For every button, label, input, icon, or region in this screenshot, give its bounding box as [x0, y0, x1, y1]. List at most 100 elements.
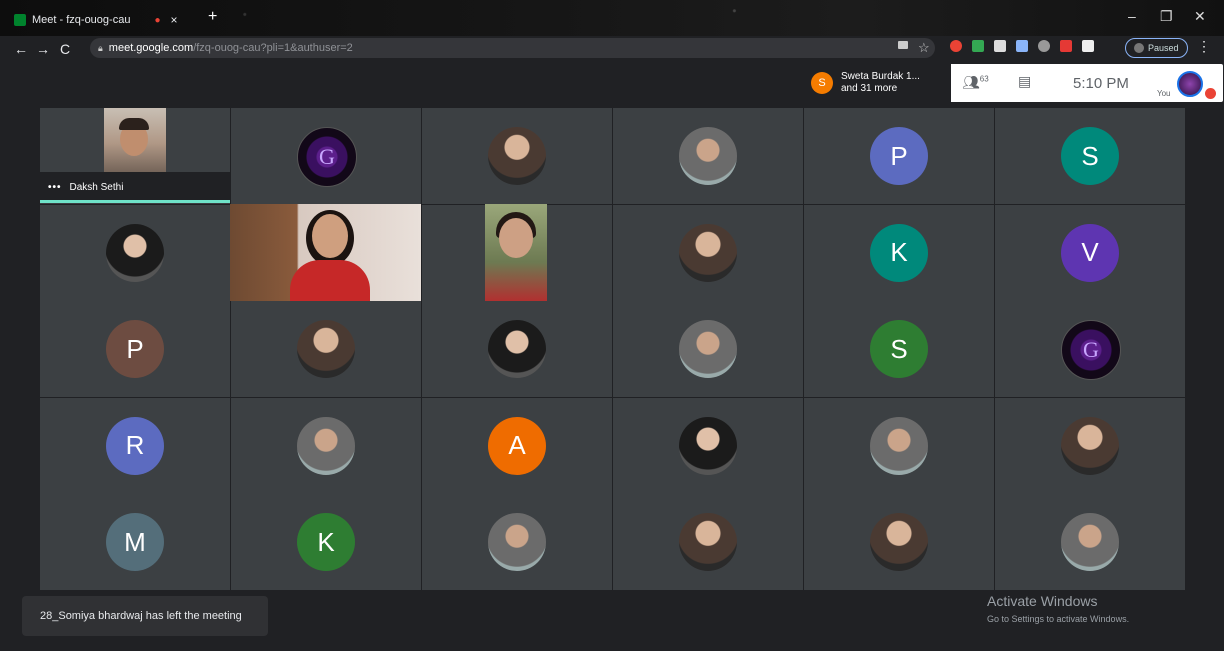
face	[312, 214, 348, 258]
you-label: You	[1157, 89, 1171, 98]
extension-white-icon[interactable]	[994, 40, 1006, 52]
extension-green-icon[interactable]	[972, 40, 984, 52]
participant-initial-avatar: M	[106, 513, 164, 571]
video-feed-participant-2[interactable]	[485, 204, 547, 301]
participant-photo-avatar	[488, 127, 546, 185]
browser-tab[interactable]: Meet - fzq-ouog-cau ● ×	[14, 7, 204, 33]
meet-favicon-icon	[14, 14, 26, 26]
new-tab-button[interactable]: +	[208, 8, 217, 26]
participant-tile[interactable]	[231, 397, 421, 494]
participant-photo-avatar	[679, 223, 737, 282]
participant-tile[interactable]	[995, 301, 1185, 397]
left-meeting-toast: 28_Somiya bhardwaj has left the meeting	[22, 596, 268, 636]
people-button[interactable]: 👥︎63	[962, 74, 989, 91]
profile-avatar-icon	[1134, 43, 1144, 53]
participant-photo-avatar	[297, 416, 355, 475]
reload-button[interactable]: C	[54, 41, 76, 57]
minimize-button[interactable]: –	[1128, 8, 1136, 24]
speaker-name-bar: ••• Daksh Sethi	[40, 172, 230, 202]
participant-tile[interactable]: P	[40, 301, 230, 397]
participant-tile[interactable]: R	[40, 397, 230, 494]
participant-tile[interactable]: M	[40, 494, 230, 590]
participant-initial-avatar: K	[870, 223, 928, 282]
lock-icon: 🔒︎	[98, 42, 103, 53]
mic-off-icon	[1205, 88, 1216, 99]
participant-photo-avatar	[488, 513, 546, 571]
participant-tile[interactable]: V	[995, 204, 1185, 301]
speaker-name: Daksh Sethi	[69, 181, 124, 193]
address-bar[interactable]: 🔒︎ meet.google.com /fzq-ouog-cau?pli=1&a…	[90, 38, 935, 58]
participant-tile[interactable]	[613, 301, 803, 397]
participant-photo-avatar	[679, 320, 737, 378]
participant-initial-avatar: V	[1061, 223, 1119, 282]
people-icon: 👥︎	[962, 74, 980, 90]
camera-in-use-icon[interactable]	[898, 41, 908, 49]
extensions-area	[950, 40, 1094, 52]
extension-v-icon[interactable]	[1016, 40, 1028, 52]
back-button[interactable]: ←	[10, 41, 32, 57]
participant-tile[interactable]	[613, 494, 803, 590]
more-options-icon[interactable]: •••	[48, 182, 62, 193]
hair	[119, 118, 149, 130]
participant-tile[interactable]	[804, 494, 994, 590]
participant-tile[interactable]	[422, 494, 612, 590]
participant-logo-avatar	[297, 127, 357, 187]
participant-tile[interactable]	[422, 301, 612, 397]
participant-tile[interactable]	[613, 204, 803, 301]
participant-initial-avatar: P	[870, 127, 928, 185]
extensions-puzzle-icon[interactable]	[1082, 40, 1094, 52]
profile-status: Paused	[1148, 43, 1179, 53]
participant-photo-avatar	[870, 416, 928, 475]
participant-initial-avatar: P	[106, 320, 164, 378]
participant-photo-avatar	[1061, 416, 1119, 475]
meet-controls: 👥︎63 ▤ 5:10 PM You	[805, 64, 1223, 102]
participant-tile[interactable]: A	[422, 397, 612, 494]
participant-photo-avatar	[488, 320, 546, 378]
participant-tile[interactable]: P	[804, 108, 994, 204]
participant-tile[interactable]	[231, 108, 421, 204]
bookmark-star-icon[interactable]: ☆	[918, 40, 930, 56]
body	[290, 260, 370, 301]
participant-photo-avatar	[297, 320, 355, 378]
participant-tile[interactable]	[804, 397, 994, 494]
browser-menu-icon[interactable]: ⋮	[1197, 38, 1211, 55]
participant-photo-avatar	[679, 416, 737, 475]
active-speaker-indicator	[40, 200, 230, 203]
activate-windows-subtitle: Go to Settings to activate Windows.	[987, 614, 1130, 624]
restore-button[interactable]: ❐	[1160, 8, 1173, 25]
self-avatar[interactable]	[1177, 71, 1203, 97]
participant-photo-avatar	[679, 513, 737, 571]
extension-red-icon[interactable]	[950, 40, 962, 52]
window-close-button[interactable]: ✕	[1194, 8, 1206, 25]
participant-tile[interactable]	[613, 397, 803, 494]
participant-tile[interactable]: K	[231, 494, 421, 590]
tab-close-icon[interactable]: ×	[170, 13, 177, 27]
participant-tile[interactable]: S	[995, 108, 1185, 204]
url-path: /fzq-ouog-cau?pli=1&authuser=2	[193, 42, 353, 54]
participant-tile[interactable]	[231, 301, 421, 397]
participant-logo-avatar	[1061, 320, 1121, 380]
participant-tile[interactable]	[995, 397, 1185, 494]
participant-initial-avatar: S	[1061, 127, 1119, 185]
participant-photo-avatar	[679, 127, 737, 185]
participant-tile[interactable]	[422, 108, 612, 204]
participant-tile[interactable]	[40, 204, 230, 301]
participant-tile[interactable]: K	[804, 204, 994, 301]
participant-photo-avatar	[870, 513, 928, 571]
chat-icon[interactable]: ▤	[1018, 73, 1031, 90]
participant-initial-avatar: S	[870, 320, 928, 378]
activate-windows-title: Activate Windows	[987, 593, 1098, 609]
participant-initial-avatar: R	[106, 416, 164, 475]
tab-title: Meet - fzq-ouog-cau	[32, 14, 131, 26]
forward-button[interactable]: →	[32, 41, 54, 57]
participant-tile[interactable]	[613, 108, 803, 204]
recording-icon: ●	[154, 14, 161, 26]
participant-tile[interactable]: S	[804, 301, 994, 397]
participant-photo-avatar	[1061, 513, 1119, 571]
participant-initial-avatar: A	[488, 416, 546, 475]
participant-tile[interactable]	[995, 494, 1185, 590]
video-feed-participant[interactable]	[230, 204, 421, 301]
extension-grey-icon[interactable]	[1038, 40, 1050, 52]
extension-red-square-icon[interactable]	[1060, 40, 1072, 52]
profile-paused-button[interactable]: Paused	[1125, 38, 1188, 58]
